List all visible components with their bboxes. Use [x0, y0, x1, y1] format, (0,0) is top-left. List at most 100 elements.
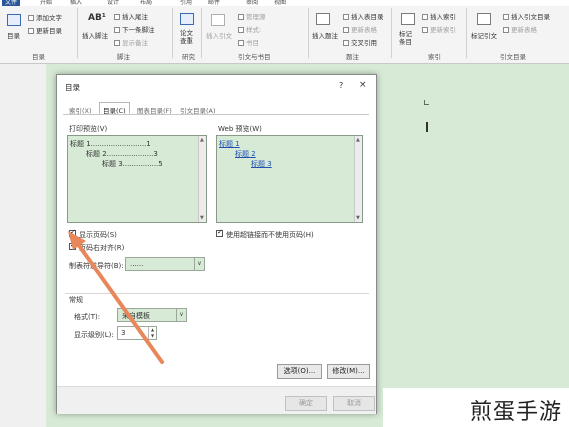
right-align-checkbox[interactable]	[69, 241, 76, 250]
divider	[201, 8, 202, 58]
scroll-down-icon[interactable]: ▼	[356, 215, 360, 221]
insert-caption-button[interactable]: 插入题注	[312, 30, 338, 40]
modify-button[interactable]: 修改(M)...	[327, 364, 370, 379]
web-preview-link-2[interactable]: 标题 2	[235, 149, 256, 159]
left-margin	[0, 64, 46, 427]
divider	[77, 8, 78, 58]
tab-leader-value: ......	[130, 260, 144, 268]
update-toc-button[interactable]: 更新目录	[28, 25, 62, 35]
group-label-index: 索引	[428, 53, 441, 61]
dialog-titlebar[interactable]: 目录 ? ×	[57, 75, 376, 97]
close-button[interactable]: ×	[359, 80, 367, 90]
bibliography-icon	[238, 40, 244, 46]
cross-reference-icon	[343, 40, 349, 46]
tab-insert[interactable]: 插入	[70, 0, 82, 6]
group-label-citations: 引文与书目	[238, 53, 271, 61]
text-cursor	[426, 122, 428, 132]
add-text-button[interactable]: 添加文字	[28, 12, 62, 22]
tab-home[interactable]: 开始	[40, 0, 52, 6]
style-select: 样式:	[238, 24, 261, 34]
cancel-button[interactable]: 取消	[333, 396, 375, 411]
toc-icon[interactable]	[7, 14, 21, 26]
insert-footnote-button[interactable]: 插入脚注	[82, 30, 108, 40]
insert-citation-button: 插入引文	[206, 32, 232, 40]
chevron-down-icon[interactable]: ∨	[176, 309, 186, 321]
tab-layout[interactable]: 布局	[140, 0, 152, 6]
toc-button[interactable]: 目录	[7, 30, 20, 40]
toc-dialog: 目录 ? × 索引(X) 目录(C) 图表目录(F) 引文目录(A) 打印预览(…	[56, 74, 377, 414]
insert-toa-button[interactable]: 插入引文目录	[503, 11, 550, 21]
options-button[interactable]: 选项(O)...	[277, 364, 322, 379]
insert-index-button[interactable]: 插入索引	[422, 11, 456, 21]
web-preview-scrollbar[interactable]: ▲ ▼	[354, 136, 362, 222]
mark-citation-button[interactable]: 标记引文	[471, 30, 497, 40]
levels-stepper[interactable]: 3 ▲ ▼	[117, 326, 157, 340]
divider	[391, 8, 392, 58]
web-preview-link-1[interactable]: 标题 1	[219, 139, 240, 149]
tab-leader-select[interactable]: ...... ∨	[125, 257, 205, 271]
show-page-numbers-checkbox[interactable]	[69, 228, 76, 237]
tab-leader-label: 制表符前导符(B):	[69, 262, 124, 270]
insert-index-icon	[422, 14, 428, 20]
update-toa-button: 更新表格	[503, 24, 537, 34]
insert-caption-icon[interactable]	[316, 13, 330, 25]
margin-mark	[424, 100, 429, 105]
refresh-icon	[503, 27, 509, 33]
section-divider	[65, 293, 369, 294]
print-preview-scrollbar[interactable]: ▲ ▼	[198, 136, 206, 222]
tab-references[interactable]: 引用	[180, 0, 192, 6]
scroll-down-icon[interactable]: ▼	[200, 215, 204, 221]
tab-mailings[interactable]: 邮件	[208, 0, 220, 6]
style-icon	[238, 27, 244, 33]
tab-toc[interactable]: 目录(C)	[99, 102, 130, 115]
insert-endnote-button[interactable]: 插入尾注	[114, 11, 148, 21]
refresh-icon	[343, 27, 349, 33]
ribbon-tabs: 文件 开始 插入 设计 布局 引用 邮件 审阅 视图	[0, 0, 569, 6]
levels-label: 显示级别(L):	[74, 331, 114, 339]
update-index-button: 更新索引	[422, 24, 456, 34]
manage-sources-icon	[238, 14, 244, 20]
tab-review[interactable]: 审阅	[246, 0, 258, 6]
dialog-title: 目录	[65, 83, 80, 92]
paper-check-button[interactable]: 论文查重	[180, 29, 198, 45]
insert-toa-icon	[503, 14, 509, 20]
group-label-captions: 题注	[346, 53, 359, 61]
dialog-footer: 确定 取消	[57, 386, 376, 414]
tab-design[interactable]: 设计	[107, 0, 119, 6]
mark-entry-icon[interactable]	[401, 13, 415, 25]
web-preview-link-3[interactable]: 标题 3	[251, 159, 272, 169]
divider	[172, 8, 173, 58]
manage-sources-button: 管理源	[238, 11, 266, 21]
web-preview: 标题 1 标题 2 标题 3 ▲ ▼	[216, 135, 363, 223]
stepper-arrows-icon[interactable]: ▲ ▼	[148, 327, 156, 339]
print-preview-label: 打印预览(V)	[69, 125, 108, 133]
general-label: 常规	[69, 296, 83, 304]
next-footnote-icon	[114, 27, 120, 33]
insert-footnote-icon[interactable]: AB¹	[88, 13, 106, 23]
tab-table-of-authorities[interactable]: 引文目录(A)	[176, 102, 220, 115]
help-button[interactable]: ?	[339, 81, 343, 90]
print-preview-line-2: 标题 2.....................3	[86, 150, 158, 158]
ok-button[interactable]: 确定	[285, 396, 327, 411]
chevron-down-icon[interactable]: ∨	[194, 258, 204, 270]
mark-citation-icon[interactable]	[477, 13, 491, 25]
search-icon[interactable]	[180, 13, 194, 25]
mark-entry-button[interactable]: 标记条目	[399, 30, 417, 46]
update-table-button: 更新表格	[343, 24, 377, 34]
formats-select[interactable]: 来自模板 ∨	[117, 308, 187, 322]
cross-reference-button[interactable]: 交叉引用	[343, 37, 377, 47]
tab-table-of-figures[interactable]: 图表目录(F)	[133, 102, 176, 115]
next-footnote-button[interactable]: 下一条脚注	[114, 24, 155, 34]
scroll-up-icon[interactable]: ▲	[356, 137, 360, 143]
print-preview-line-1: 标题 1.........................1	[70, 140, 151, 148]
tab-index[interactable]: 索引(X)	[65, 102, 96, 115]
insert-table-of-figures-button[interactable]: 插入表目录	[343, 11, 384, 21]
scroll-up-icon[interactable]: ▲	[200, 137, 204, 143]
tab-file[interactable]: 文件	[2, 0, 21, 6]
print-preview: 标题 1.........................1 标题 2.....…	[67, 135, 207, 223]
tab-divider	[63, 114, 369, 115]
add-text-icon	[28, 15, 34, 21]
use-hyperlinks-checkbox[interactable]	[216, 228, 223, 237]
tab-view[interactable]: 视图	[274, 0, 286, 6]
show-notes-icon	[114, 40, 120, 46]
